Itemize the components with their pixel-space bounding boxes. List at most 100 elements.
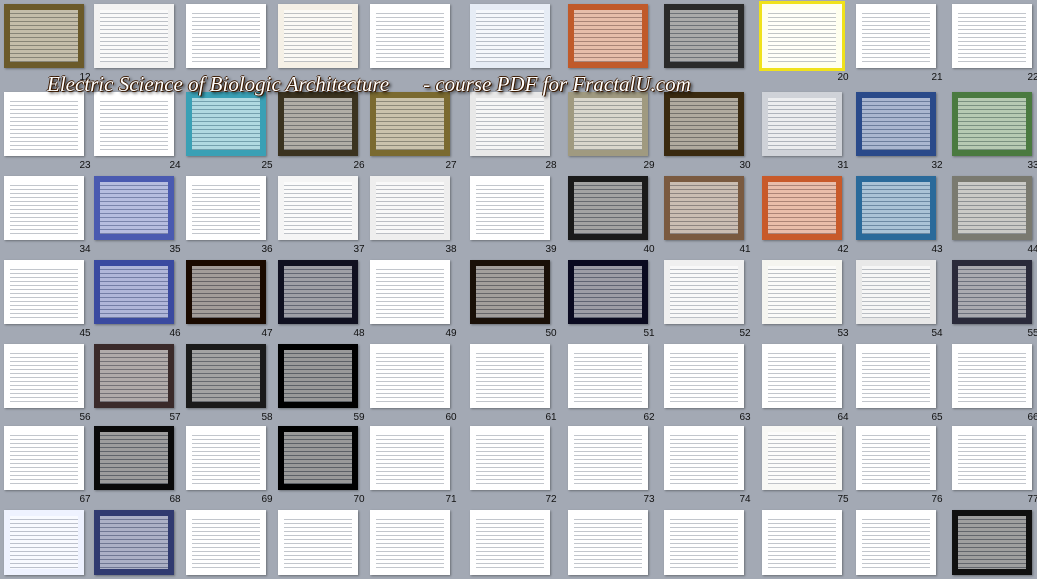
slide-thumbnail[interactable] <box>952 92 1032 156</box>
slide-thumbnail[interactable] <box>94 426 174 490</box>
slide-thumbnail[interactable] <box>470 344 550 408</box>
slide-thumbnail[interactable] <box>4 344 84 408</box>
slide-number: 61 <box>545 412 557 423</box>
slide-thumbnail[interactable] <box>952 4 1032 68</box>
slide-content-preview <box>100 266 168 318</box>
slide-thumbnail[interactable] <box>664 510 744 575</box>
slide-thumbnail[interactable] <box>952 176 1032 240</box>
slide-thumbnail[interactable] <box>4 426 84 490</box>
slide-content-preview <box>958 516 1026 569</box>
slide-thumbnail[interactable] <box>762 426 842 490</box>
slide-thumbnail[interactable] <box>278 510 358 575</box>
slide-thumbnail[interactable] <box>762 260 842 324</box>
slide-thumbnail[interactable] <box>4 176 84 240</box>
slide-content-preview <box>574 182 642 234</box>
slide-thumbnail[interactable] <box>664 426 744 490</box>
slide-thumbnail[interactable] <box>568 4 648 68</box>
slide-thumbnail[interactable] <box>952 426 1032 490</box>
slide-thumbnail[interactable] <box>278 92 358 156</box>
slide-thumbnail[interactable] <box>762 92 842 156</box>
slide-number: 37 <box>353 244 365 255</box>
slide-number: 66 <box>1027 412 1037 423</box>
slide-thumbnail[interactable] <box>664 4 744 68</box>
slide-thumbnail[interactable] <box>278 4 358 68</box>
slide-number: 31 <box>837 160 849 171</box>
slide-thumbnail[interactable] <box>952 260 1032 324</box>
slide-thumbnail[interactable] <box>4 4 84 68</box>
slide-number: 71 <box>445 494 457 505</box>
slide-thumbnail[interactable] <box>370 260 450 324</box>
slide-content-preview <box>100 516 168 569</box>
slide-thumbnail[interactable] <box>762 510 842 575</box>
slide-thumbnail[interactable] <box>94 344 174 408</box>
slide-number: 22 <box>1027 72 1037 83</box>
slide-thumbnail[interactable] <box>568 176 648 240</box>
slide-thumbnail[interactable] <box>664 92 744 156</box>
slide-thumbnail[interactable] <box>186 4 266 68</box>
slide-thumbnail[interactable] <box>186 344 266 408</box>
slide-thumbnail[interactable] <box>370 92 450 156</box>
slide-thumbnail[interactable] <box>568 426 648 490</box>
slide-thumbnail[interactable] <box>470 4 550 68</box>
slide-thumbnail[interactable] <box>370 4 450 68</box>
slide-thumbnail[interactable] <box>186 426 266 490</box>
slide-thumbnail[interactable] <box>186 176 266 240</box>
slide-thumbnail[interactable] <box>470 510 550 575</box>
slide-thumbnail[interactable] <box>568 92 648 156</box>
slide-thumbnail[interactable] <box>186 92 266 156</box>
slide-content-preview <box>476 266 544 318</box>
slide-thumbnail[interactable] <box>664 260 744 324</box>
slide-content-preview <box>192 266 260 318</box>
slide-thumbnail[interactable] <box>4 510 84 575</box>
slide-thumbnail[interactable] <box>856 510 936 575</box>
slide-thumbnail[interactable] <box>278 426 358 490</box>
slide-thumbnail[interactable] <box>664 176 744 240</box>
slide-thumbnail[interactable] <box>94 4 174 68</box>
slide-thumbnail[interactable] <box>370 510 450 575</box>
slide-thumbnail[interactable] <box>94 176 174 240</box>
slide-thumbnail[interactable] <box>470 176 550 240</box>
slide-thumbnail[interactable] <box>94 260 174 324</box>
slide-thumbnail[interactable] <box>370 176 450 240</box>
slide-thumbnail[interactable] <box>278 176 358 240</box>
slide-thumbnail[interactable] <box>952 510 1032 575</box>
slide-thumbnail[interactable] <box>759 1 845 71</box>
slide-thumbnail[interactable] <box>952 344 1032 408</box>
slide-content-preview <box>476 516 544 569</box>
slide-number: 73 <box>643 494 655 505</box>
slide-thumbnail[interactable] <box>94 510 174 575</box>
slide-thumbnail[interactable] <box>762 344 842 408</box>
slide-content-preview <box>10 182 78 234</box>
slide-thumbnail[interactable] <box>568 260 648 324</box>
slide-thumbnail[interactable] <box>856 4 936 68</box>
slide-thumbnail[interactable] <box>470 426 550 490</box>
slide-number: 20 <box>837 72 849 83</box>
slide-thumbnail[interactable] <box>856 176 936 240</box>
slide-content-preview <box>10 516 78 569</box>
slide-thumbnail[interactable] <box>4 260 84 324</box>
slide-thumbnail[interactable] <box>856 344 936 408</box>
slide-thumbnail[interactable] <box>370 344 450 408</box>
slide-content-preview <box>192 98 260 150</box>
slide-number: 69 <box>261 494 273 505</box>
slide-thumbnail[interactable] <box>664 344 744 408</box>
slide-thumbnail[interactable] <box>470 260 550 324</box>
slide-content-preview <box>958 98 1026 150</box>
slide-thumbnail[interactable] <box>4 92 84 156</box>
slide-thumbnail[interactable] <box>186 260 266 324</box>
slide-content-preview <box>284 266 352 318</box>
slide-thumbnail[interactable] <box>762 176 842 240</box>
slide-thumbnail[interactable] <box>856 92 936 156</box>
slide-content-preview <box>862 432 930 484</box>
slide-thumbnail[interactable] <box>278 344 358 408</box>
slide-thumbnail[interactable] <box>94 92 174 156</box>
slide-thumbnail[interactable] <box>470 92 550 156</box>
slide-thumbnail[interactable] <box>856 260 936 324</box>
slide-number: 72 <box>545 494 557 505</box>
slide-thumbnail[interactable] <box>278 260 358 324</box>
slide-thumbnail[interactable] <box>856 426 936 490</box>
slide-thumbnail[interactable] <box>568 510 648 575</box>
slide-thumbnail[interactable] <box>370 426 450 490</box>
slide-thumbnail[interactable] <box>186 510 266 575</box>
slide-thumbnail[interactable] <box>568 344 648 408</box>
